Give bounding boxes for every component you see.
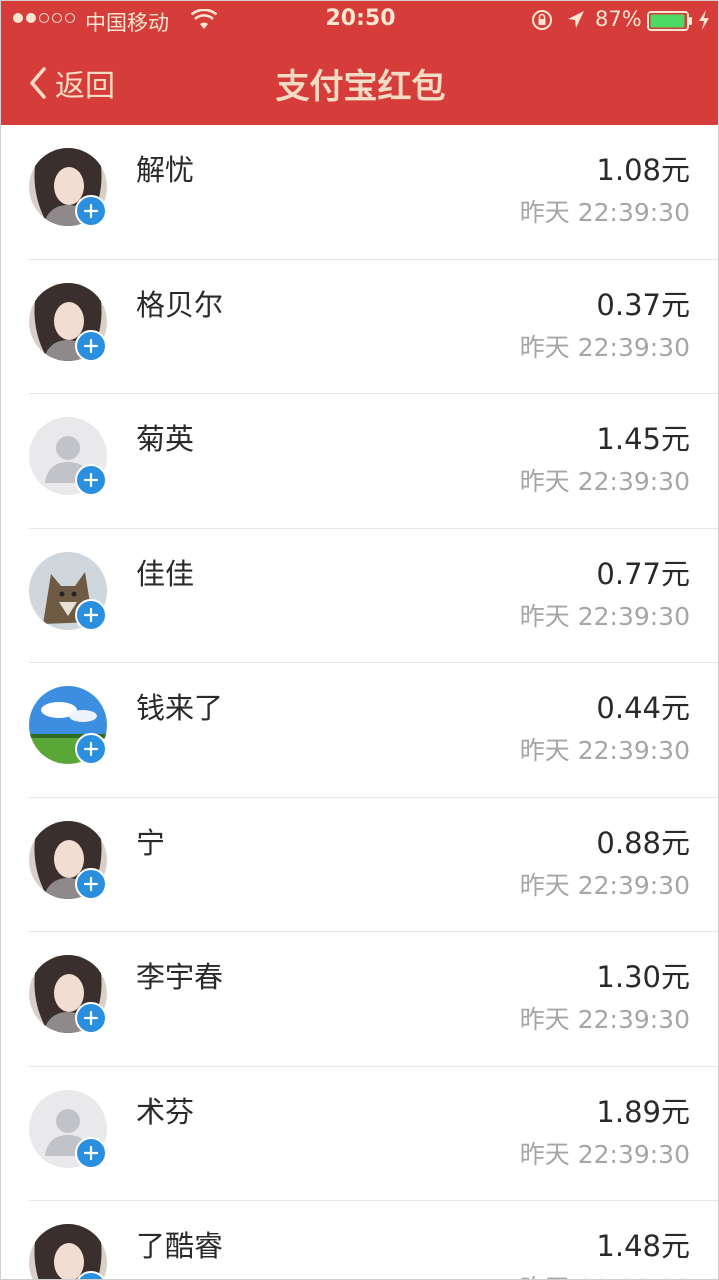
plus-icon (83, 1010, 99, 1026)
plus-icon (83, 1145, 99, 1160)
red-packet-record-list: 解忧 1.08元 昨天 22:39:30 格贝尔 0.37元 昨天 22:39:30 菊英 1… (1, 125, 718, 1279)
list-item[interactable]: 术芬 1.89元昨天 22:39:30 (1, 1066, 718, 1201)
amount: 0.44元 (596, 691, 690, 725)
sender-name: 解忧 (136, 153, 195, 187)
status-bar: 中国移动 20:50 87% (1, 1, 718, 41)
sender-name: 菊英 (136, 422, 195, 456)
amount: 0.77元 (596, 556, 690, 591)
plus-icon (83, 203, 99, 219)
list-item[interactable]: 李宇春 1.30元昨天 22:39:30 (1, 932, 718, 1067)
list-item[interactable]: 了酷睿 1.48元昨天 22:39:30 (1, 1201, 718, 1279)
amount: 1.45元 (596, 422, 690, 456)
amount: 1.89元 (596, 1094, 690, 1129)
add-friend-button[interactable] (75, 1136, 107, 1169)
sender-name: 李宇春 (136, 960, 224, 994)
add-friend-button[interactable] (75, 867, 107, 900)
top-bar: 中国移动 20:50 87% 返回 支付宝红包 (1, 1, 718, 125)
amount: 1.30元 (596, 960, 690, 994)
amount: 1.08元 (596, 153, 690, 187)
list-item[interactable]: 格贝尔 0.37元昨天 22:39:30 (1, 259, 718, 394)
amount: 1.48元 (596, 1229, 690, 1263)
battery-percent: 87% (595, 7, 642, 31)
timestamp: 昨天 22:39:30 (519, 1139, 690, 1169)
amount: 0.88元 (596, 825, 690, 860)
add-friend-button[interactable] (75, 733, 107, 765)
battery-icon (647, 11, 692, 31)
screen: 中国移动 20:50 87% 返回 支付宝红包 解忧 1.08元 昨天 22:3… (0, 0, 719, 1280)
list-item[interactable]: 宁 0.88元昨天 22:39:30 (1, 797, 718, 932)
sender-name: 宁 (136, 825, 166, 860)
add-friend-button[interactable] (75, 329, 107, 362)
sender-name: 佳佳 (136, 556, 195, 591)
timestamp: 昨天 22:39:30 (519, 467, 690, 496)
list-item[interactable]: 菊英 1.45元昨天 22:39:30 (1, 394, 718, 529)
add-friend-button[interactable] (75, 598, 107, 631)
timestamp: 昨天 22:39:30 (519, 198, 690, 227)
plus-icon (83, 338, 99, 353)
sender-name: 了酷睿 (136, 1229, 224, 1263)
add-friend-button[interactable] (75, 195, 107, 227)
timestamp: 昨天 22:39:30 (519, 601, 690, 631)
plus-icon (83, 741, 99, 757)
charging-bolt-icon (699, 10, 709, 30)
timestamp: 昨天 22:39:30 (519, 736, 690, 765)
amount: 0.37元 (596, 287, 690, 322)
navigation-bar: 返回 支付宝红包 (1, 41, 718, 125)
add-friend-button[interactable] (75, 464, 107, 496)
location-arrow-icon (568, 11, 584, 28)
sender-name: 格贝尔 (136, 287, 224, 322)
timestamp: 昨天 22:39:30 (519, 1005, 690, 1034)
page-title: 支付宝红包 (275, 67, 446, 107)
plus-icon (83, 472, 99, 488)
list-item[interactable]: 解忧 1.08元昨天 22:39:30 (1, 125, 718, 260)
plus-icon (83, 876, 99, 891)
plus-icon (83, 607, 99, 622)
timestamp: 昨天 22:39:30 (520, 1269, 690, 1279)
timestamp: 昨天 22:39:30 (519, 332, 690, 362)
sender-name: 术芬 (136, 1094, 195, 1129)
add-friend-button[interactable] (75, 1002, 107, 1034)
timestamp: 昨天 22:39:30 (519, 870, 690, 900)
list-item[interactable]: 佳佳 0.77元昨天 22:39:30 (1, 528, 718, 663)
list-item[interactable]: 钱来了 0.44元昨天 22:39:30 (1, 663, 718, 798)
rotation-lock-icon (532, 10, 552, 30)
sender-name: 钱来了 (136, 691, 224, 725)
